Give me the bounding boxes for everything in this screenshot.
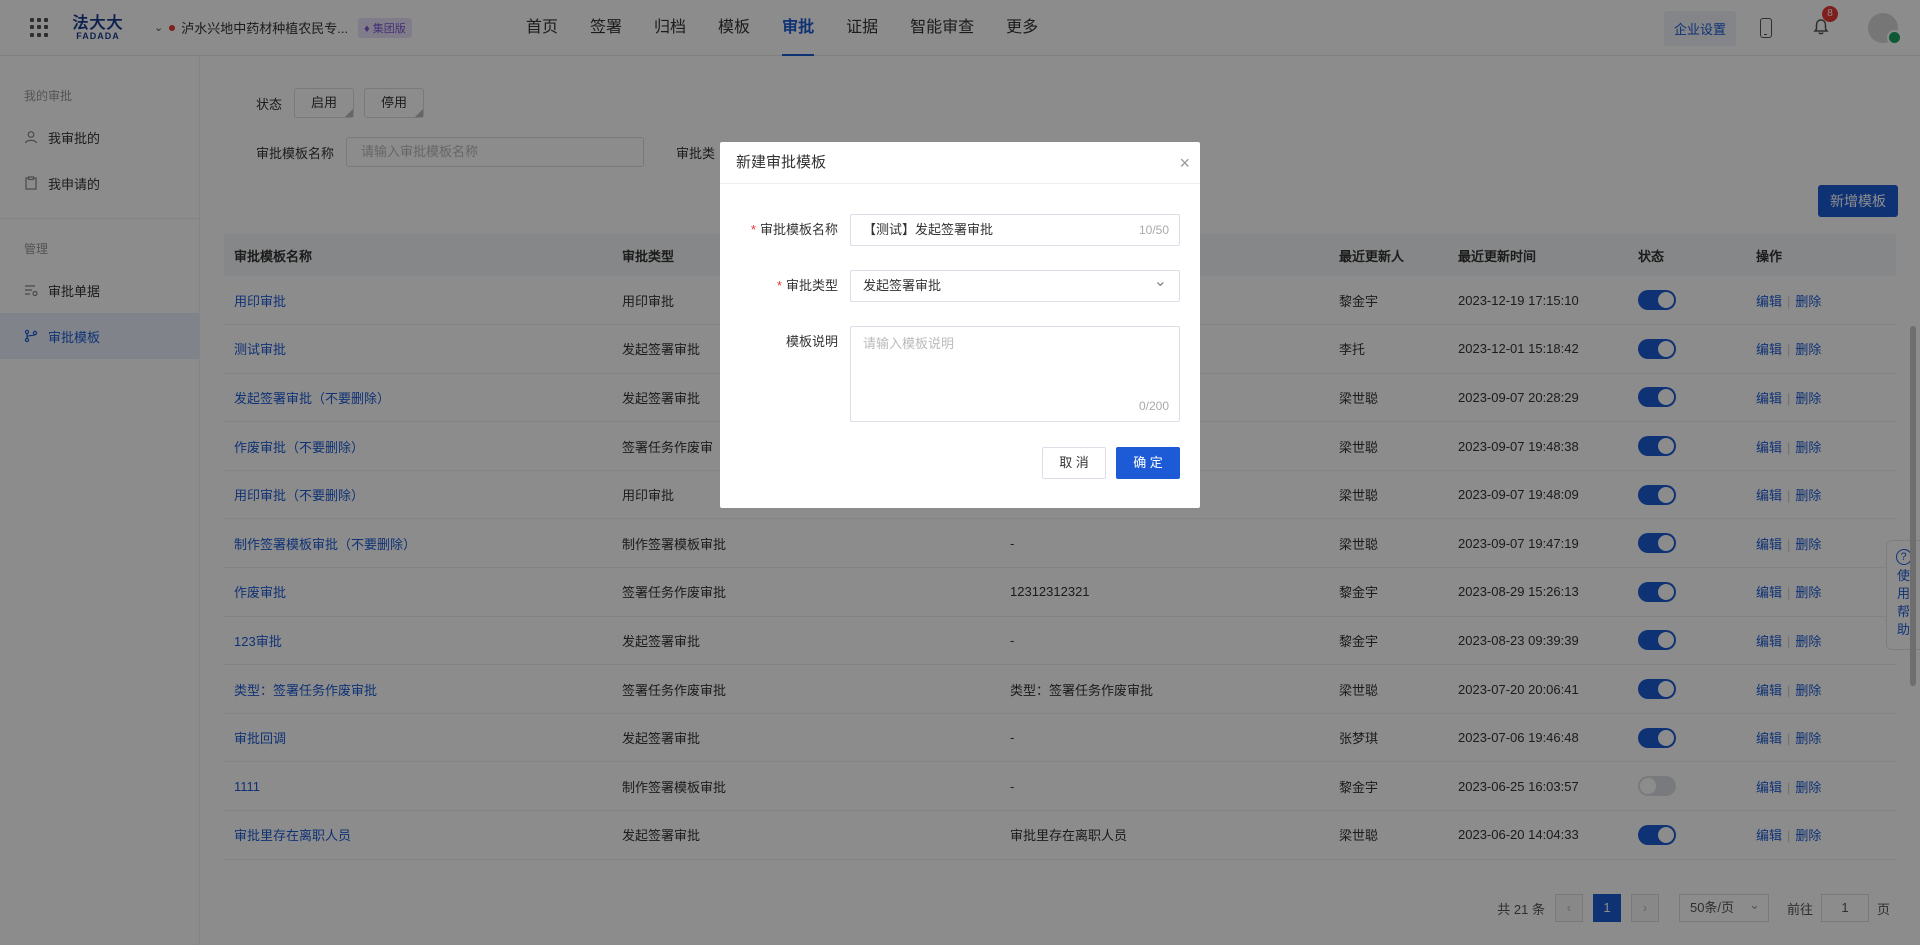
- template-name-row: * 审批模板名称 【测试】发起签署审批 10/50: [720, 214, 1180, 246]
- select-value: 发起签署审批: [863, 278, 942, 293]
- description-row: 模板说明 请输入模板说明 0/200: [720, 326, 1180, 422]
- required-mark: *: [750, 222, 756, 237]
- description-textarea[interactable]: 请输入模板说明 0/200: [850, 326, 1180, 422]
- cancel-button[interactable]: 取 消: [1042, 447, 1106, 479]
- dialog-title: 新建审批模板: [736, 154, 827, 171]
- dialog-header: 新建审批模板 ×: [720, 142, 1200, 184]
- approval-type-select[interactable]: 发起签署审批: [850, 267, 1180, 302]
- label-text: 审批类型: [785, 278, 838, 293]
- input-value: 【测试】发起签署审批: [863, 222, 994, 237]
- close-icon[interactable]: ×: [1179, 142, 1190, 184]
- template-name-input[interactable]: 【测试】发起签署审批 10/50: [850, 214, 1180, 246]
- char-count: 0/200: [1138, 399, 1169, 413]
- textarea-placeholder: 请输入模板说明: [863, 336, 955, 351]
- char-count: 10/50: [1138, 223, 1169, 237]
- confirm-button[interactable]: 确 定: [1116, 447, 1180, 479]
- new-template-dialog: 新建审批模板 × * 审批模板名称 【测试】发起签署审批 10/50 * 审批类型 …: [720, 142, 1200, 508]
- approval-type-row: * 审批类型 发起签署审批: [720, 267, 1180, 302]
- label-text: 审批模板名称: [759, 222, 838, 237]
- approval-type-label: * 审批类型: [720, 270, 850, 302]
- description-label: 模板说明: [785, 334, 838, 349]
- required-mark: *: [776, 278, 782, 293]
- template-name-label: * 审批模板名称: [720, 214, 850, 246]
